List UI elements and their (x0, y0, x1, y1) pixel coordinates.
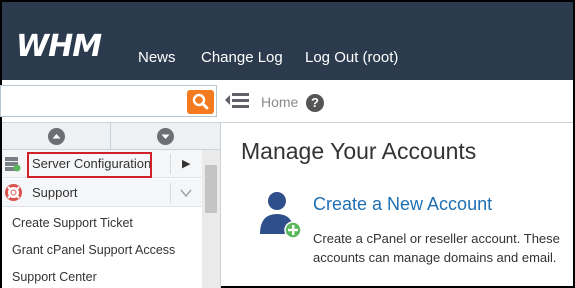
sidebar-link-support-center[interactable]: Support Center (12, 270, 97, 285)
chevron-down-icon[interactable] (180, 188, 192, 198)
search-icon (192, 93, 209, 110)
search-input[interactable] (0, 85, 217, 117)
category-label: Support (32, 185, 78, 200)
sidebar-link-grant-support-access[interactable]: Grant cPanel Support Access (12, 243, 175, 258)
sidebar-link-create-support-ticket[interactable]: Create Support Ticket (12, 216, 133, 231)
menu-toggle-button[interactable] (225, 91, 249, 109)
search-button[interactable] (187, 90, 214, 114)
nav-logout-link[interactable]: Log Out (root) (305, 49, 398, 67)
sidebar-category-support[interactable]: Support (2, 179, 202, 207)
divider (170, 183, 171, 203)
sidebar-scrollbar-thumb[interactable] (205, 165, 217, 213)
chevron-down-icon (157, 128, 174, 145)
create-account-icon[interactable] (257, 190, 303, 240)
top-header: WHM News Change Log Log Out (root) (2, 2, 573, 80)
highlight-annotation (27, 152, 152, 178)
collapse-menu-icon (225, 93, 249, 108)
whm-logo[interactable]: WHM (16, 32, 102, 62)
sidebar-category-server-configuration[interactable]: Server Configuration ▶ (2, 150, 202, 178)
divider (170, 154, 171, 174)
description-line: accounts can manage domains and email. (313, 250, 557, 265)
server-config-icon (5, 157, 21, 172)
page-title: Manage Your Accounts (241, 138, 477, 164)
expand-arrow-icon[interactable]: ▶ (182, 157, 190, 171)
nav-news-link[interactable]: News (138, 49, 176, 67)
sidebar-scroll-controls (2, 123, 220, 150)
scroll-down-button[interactable] (111, 123, 220, 150)
create-account-description: Create a cPanel or reseller account. The… (313, 229, 571, 267)
help-icon[interactable]: ? (306, 94, 324, 112)
chevron-up-icon (48, 128, 65, 145)
breadcrumb-home[interactable]: Home (261, 94, 298, 110)
nav-change-log-link[interactable]: Change Log (201, 49, 283, 67)
scroll-up-button[interactable] (2, 123, 110, 150)
description-line: Create a cPanel or reseller account. The… (313, 231, 560, 246)
create-account-link[interactable]: Create a New Account (313, 193, 492, 215)
support-lifebuoy-icon (5, 184, 22, 201)
sidebar: Server Configuration ▶ Support Create Su… (2, 123, 221, 288)
